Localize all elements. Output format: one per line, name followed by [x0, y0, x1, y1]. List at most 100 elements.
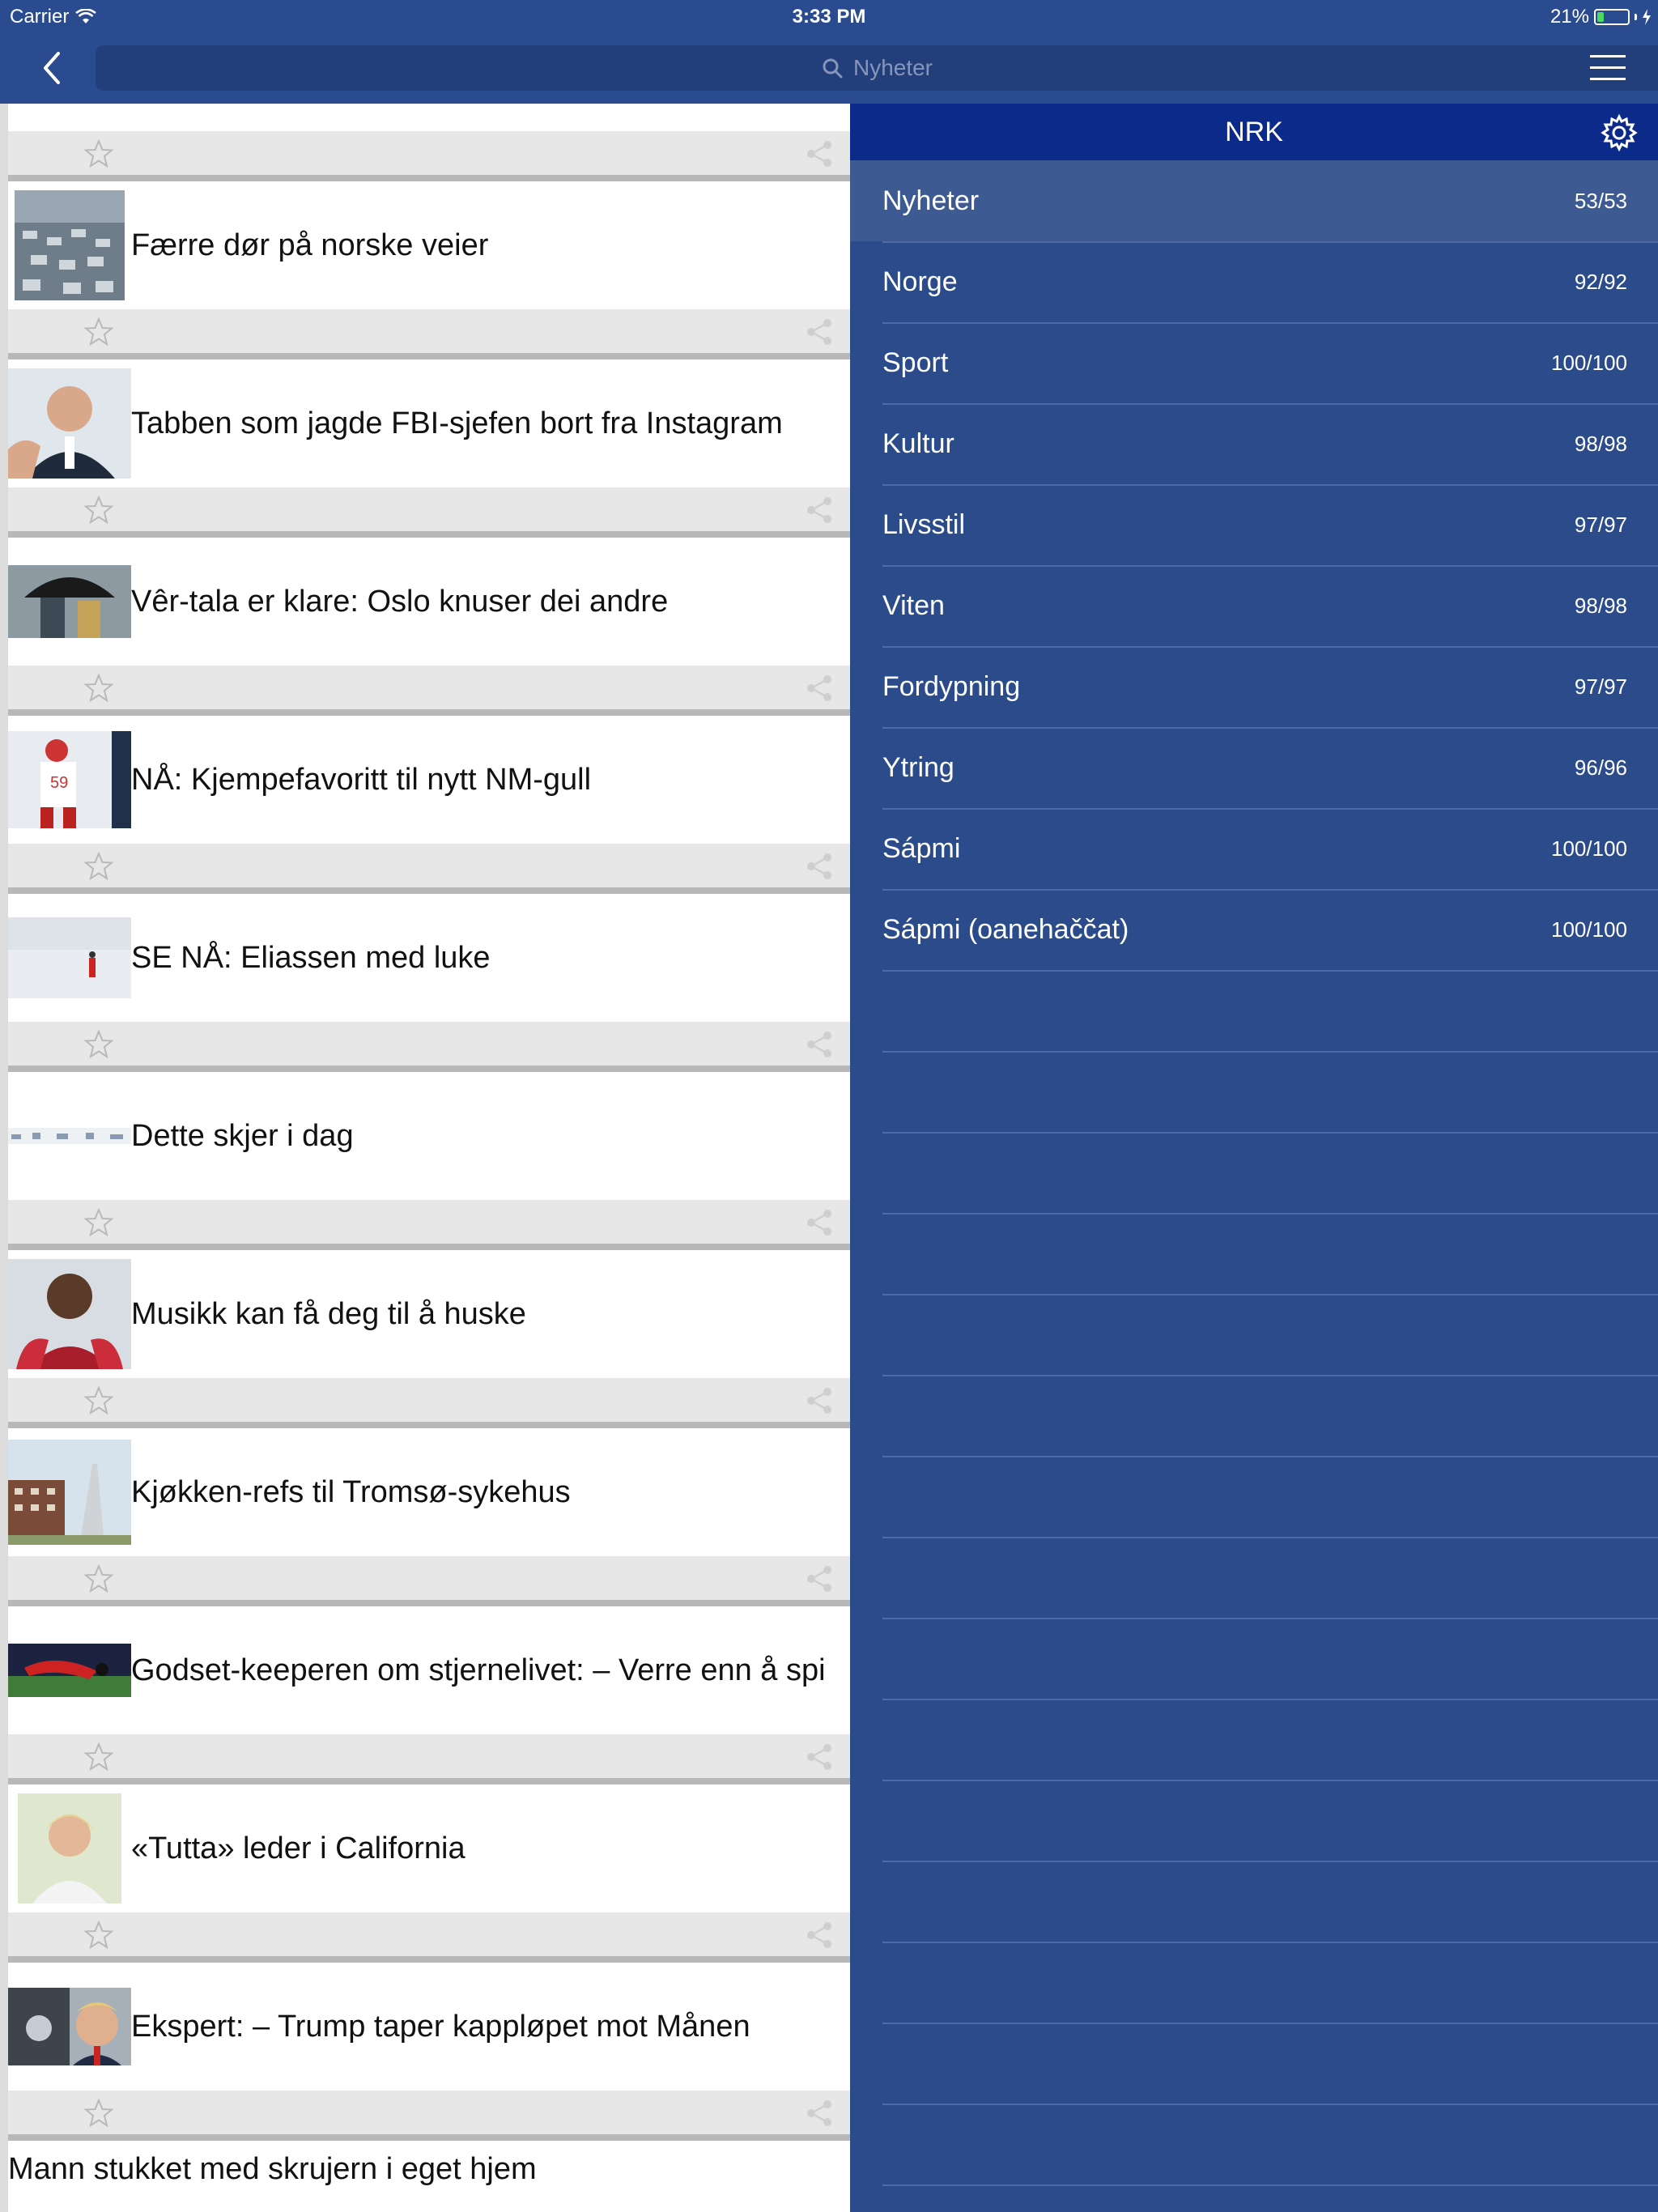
portrait-photo	[8, 359, 131, 487]
event-banner-photo	[8, 1072, 131, 1200]
category-count: 92/92	[1574, 270, 1627, 294]
share-button[interactable]	[805, 139, 834, 168]
chevron-left-icon	[44, 52, 60, 84]
share-icon	[807, 1210, 831, 1236]
share-icon	[807, 1032, 831, 1057]
share-icon	[807, 675, 831, 701]
battery-indicator: 21%	[1550, 6, 1652, 28]
category-name: Sápmi	[882, 833, 961, 864]
favorite-button[interactable]	[83, 1207, 115, 1237]
favorite-button[interactable]	[83, 673, 115, 703]
list-left-edge	[0, 104, 8, 2212]
favorite-button[interactable]	[83, 1029, 115, 1059]
category-item[interactable]: Kultur 98/98	[850, 403, 1658, 484]
svg-text:59: 59	[50, 774, 68, 792]
article-action-bar	[8, 1378, 850, 1422]
row-separator	[8, 887, 850, 894]
favorite-button[interactable]	[83, 1920, 115, 1950]
search-placeholder: Nyheter	[852, 55, 933, 80]
article-row[interactable]: SE NÅ: Eliassen med luke	[8, 894, 850, 1022]
gear-icon	[1601, 113, 1638, 152]
article-action-bar	[8, 131, 850, 175]
article-action-bar	[8, 2091, 850, 2134]
category-item[interactable]: Fordypning 97/97	[850, 646, 1658, 727]
favorite-button[interactable]	[83, 138, 115, 168]
row-separator	[8, 1422, 850, 1428]
favorite-button[interactable]	[83, 1563, 115, 1593]
row-divider	[882, 1861, 1658, 1862]
share-icon	[807, 1922, 831, 1948]
favorite-button[interactable]	[83, 851, 115, 881]
share-button[interactable]	[805, 852, 834, 881]
article-row[interactable]: Ekspert: – Trump taper kappløpet mot Mån…	[8, 1963, 850, 2091]
share-button[interactable]	[805, 1921, 834, 1950]
article-row[interactable]: Godset-keeperen om stjernelivet: – Verre…	[8, 1606, 850, 1734]
article-title: Færre dør på norske veier	[131, 228, 489, 262]
row-separator	[8, 1600, 850, 1606]
row-separator	[8, 531, 850, 538]
share-button[interactable]	[805, 1030, 834, 1059]
share-button[interactable]	[805, 317, 834, 347]
row-separator	[8, 709, 850, 716]
hamburger-menu-icon	[1590, 55, 1626, 80]
share-button[interactable]	[805, 496, 834, 525]
share-button[interactable]	[805, 674, 834, 703]
favorite-button[interactable]	[83, 495, 115, 525]
category-count: 96/96	[1574, 755, 1627, 780]
category-item[interactable]: Livsstil 97/97	[850, 484, 1658, 565]
row-divider	[882, 1456, 1658, 1457]
article-title: NÅ: Kjempefavoritt til nytt NM-gull	[131, 763, 592, 797]
category-name: Norge	[882, 266, 958, 297]
article-row[interactable]: 59 NÅ: Kjempefavoritt til nytt NM-gull	[8, 716, 850, 844]
category-item[interactable]: Sápmi 100/100	[850, 808, 1658, 889]
category-item[interactable]: Viten 98/98	[850, 565, 1658, 646]
back-button[interactable]	[36, 45, 68, 91]
star-icon	[83, 1920, 114, 1950]
category-name: Sport	[882, 347, 949, 378]
settings-button[interactable]	[1600, 113, 1639, 152]
share-button[interactable]	[805, 1208, 834, 1237]
share-icon	[807, 853, 831, 879]
share-button[interactable]	[805, 1742, 834, 1772]
article-action-bar	[8, 1556, 850, 1600]
trump-photo	[8, 1963, 131, 2091]
share-icon	[807, 319, 831, 345]
share-button[interactable]	[805, 1386, 834, 1415]
article-row[interactable]: Vêr-tala er klare: Oslo knuser dei andre	[8, 538, 850, 666]
star-icon	[83, 1207, 114, 1237]
category-name: Kultur	[882, 428, 954, 459]
category-count: 100/100	[1551, 917, 1627, 942]
menu-button[interactable]	[1590, 50, 1626, 86]
article-list[interactable]: Færre dør på norske veier Tabben som jagd…	[0, 104, 850, 2212]
favorite-button[interactable]	[83, 1385, 115, 1415]
share-button[interactable]	[805, 1564, 834, 1593]
category-item[interactable]: Sápmi (oanehaččat) 100/100	[850, 889, 1658, 970]
category-name: Sápmi (oanehaččat)	[882, 914, 1129, 945]
article-action-bar	[8, 309, 850, 353]
article-title: SE NÅ: Eliassen med luke	[131, 941, 491, 975]
row-divider	[882, 2184, 1658, 2186]
favorite-button[interactable]	[83, 317, 115, 347]
category-item[interactable]: Norge 92/92	[850, 241, 1658, 322]
article-action-bar	[8, 844, 850, 887]
article-row[interactable]: Dette skjer i dag	[8, 1072, 850, 1200]
article-row[interactable]: Kjøkken-refs til Tromsø-sykehus	[8, 1428, 850, 1556]
search-input[interactable]: Nyheter	[96, 45, 1658, 91]
article-row[interactable]: «Tutta» leder i California	[8, 1784, 850, 1912]
article-row[interactable]: Tabben som jagde FBI-sjefen bort fra Ins…	[8, 359, 850, 487]
favorite-button[interactable]	[83, 2098, 115, 2128]
article-row[interactable]: Færre dør på norske veier	[8, 181, 850, 309]
article-action-bar	[8, 1912, 850, 1956]
clock: 3:33 PM	[792, 6, 866, 28]
favorite-button[interactable]	[83, 1742, 115, 1772]
article-row[interactable]: Musikk kan få deg til å huske	[8, 1250, 850, 1378]
category-item[interactable]: Nyheter 53/53	[850, 160, 1658, 241]
category-item[interactable]: Ytring 96/96	[850, 727, 1658, 808]
article-row[interactable]: Mann stukket med skrujern i eget hjem	[8, 2141, 850, 2212]
category-item[interactable]: Sport 100/100	[850, 322, 1658, 403]
share-button[interactable]	[805, 2099, 834, 2128]
star-icon	[83, 138, 114, 168]
category-name: Fordypning	[882, 671, 1021, 702]
article-action-bar	[8, 1734, 850, 1778]
star-icon	[83, 1385, 114, 1415]
